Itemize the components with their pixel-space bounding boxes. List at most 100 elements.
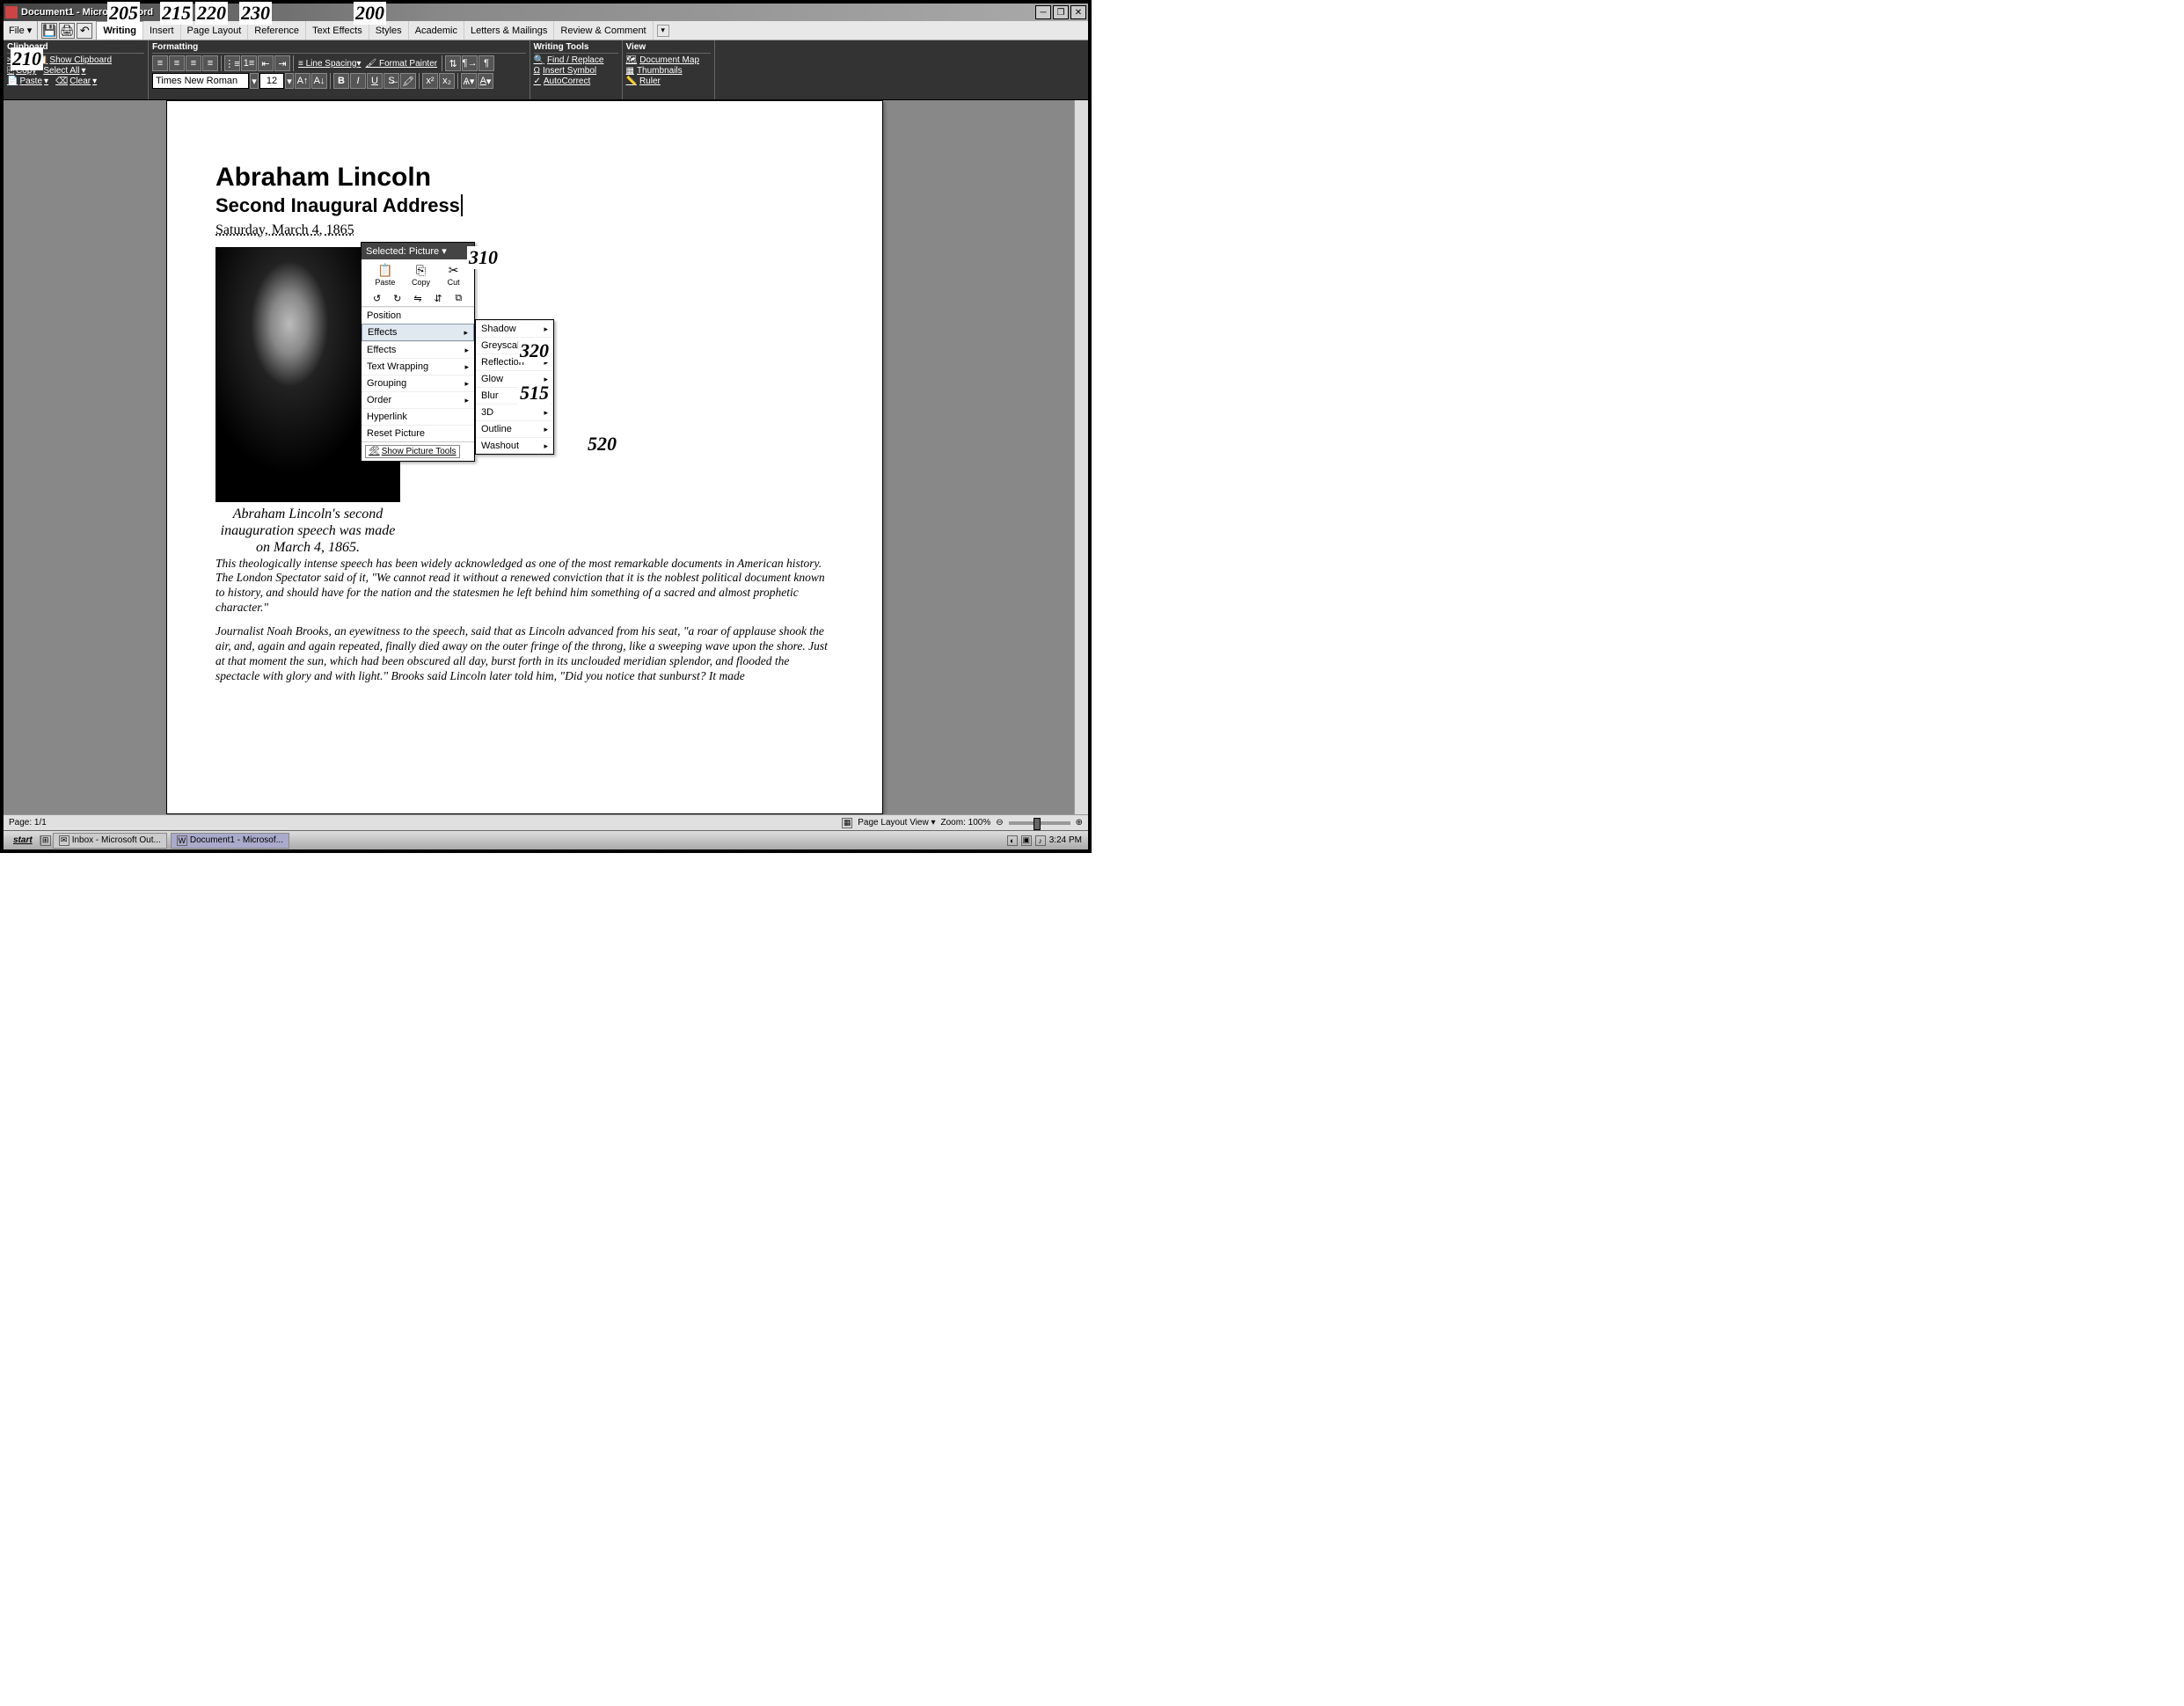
cm-effects-1[interactable]: Effects▸ [362,324,474,341]
superscript-icon[interactable]: x² [422,73,438,89]
flip-v-icon[interactable]: ⇵ [432,292,444,304]
tab-academic[interactable]: Academic [409,21,464,40]
sm-washout[interactable]: Washout▸ [476,437,553,454]
document-map-button[interactable]: 🗺 Document Map [626,55,711,65]
maximize-button[interactable]: ❐ [1053,5,1069,19]
tray-icon-1[interactable]: ◐ [1007,835,1018,846]
paste-icon: 📋 [378,263,392,277]
shrink-font-icon[interactable]: A↓ [311,73,327,89]
insert-symbol-button[interactable]: Ω Insert Symbol [534,66,618,76]
show-marks-icon[interactable]: ¶ [478,55,494,71]
cm-paste-button[interactable]: 📋Paste [375,263,395,287]
format-painter-button[interactable]: 🖌 Format Painter [363,59,439,69]
callout-520: 520 [586,433,618,456]
clear-button[interactable]: ⌫ Clear ▾ [55,77,97,86]
group-title-formatting: Formatting [152,42,526,54]
sort-icon[interactable]: ⇅ [445,55,461,71]
bold-icon[interactable]: B [333,73,349,89]
doc-date: Saturday, March 4, 1865 [215,222,834,238]
paste-button[interactable]: 📄 Paste ▾ [7,77,48,86]
context-menu: Selected: Picture ▾ 📋Paste ⎘Copy ✂Cut ↺ … [361,242,475,462]
view-icon[interactable]: ▦ [842,818,852,828]
outdent-icon[interactable]: ⇤ [258,55,274,71]
group-title-view: View [626,42,711,54]
taskbar-item-outlook[interactable]: ✉Inbox - Microsoft Out... [53,833,167,849]
tab-review-comment[interactable]: Review & Comment [554,21,653,40]
bullets-icon[interactable]: ⋮≡ [224,55,240,71]
italic-icon[interactable]: I [350,73,366,89]
cm-hyperlink[interactable]: Hyperlink [362,408,474,425]
group-title-writing-tools: Writing Tools [534,42,618,54]
zoom-slider[interactable] [1009,821,1070,825]
underline-icon[interactable]: U [367,73,383,89]
tray-icon-3[interactable]: ♪ [1035,835,1046,846]
taskbar-item-word[interactable]: WDocument1 - Microsof... [171,833,289,849]
document-page[interactable]: Abraham Lincoln Second Inaugural Address… [166,100,883,814]
subscript-icon[interactable]: x₂ [439,73,455,89]
cm-reset-picture[interactable]: Reset Picture [362,425,474,441]
rotate-right-icon[interactable]: ↻ [391,292,404,304]
font-size-selector[interactable]: 12 [259,73,284,89]
align-left-icon[interactable]: ≡ [152,55,168,71]
sm-outline[interactable]: Outline▸ [476,420,553,437]
print-icon[interactable]: 🖨 [59,23,75,39]
align-center-icon[interactable]: ≡ [169,55,185,71]
undo-icon[interactable]: ↶ [77,23,92,39]
ltr-icon[interactable]: ¶→ [462,55,478,71]
cm-copy-button[interactable]: ⎘Copy [412,263,430,287]
cm-effects-2[interactable]: Effects▸ [362,341,474,358]
zoom-in-button[interactable]: ⊕ [1076,818,1083,827]
tray-icon-2[interactable]: ▣ [1021,835,1032,846]
rotate-left-icon[interactable]: ↺ [371,292,383,304]
cm-cut-button[interactable]: ✂Cut [447,263,461,287]
file-menu[interactable]: File ▾ [4,21,38,40]
quick-launch-icon[interactable]: ⊞ [40,835,51,846]
font-dropdown-icon[interactable]: ▾ [250,73,259,89]
numbering-icon[interactable]: 1≡ [241,55,257,71]
cm-position[interactable]: Position [362,307,474,324]
sm-3d[interactable]: 3D▸ [476,404,553,420]
body-paragraph-1: This theologically intense speech has be… [215,557,834,616]
zoom-out-button[interactable]: ⊖ [996,818,1003,827]
find-replace-button[interactable]: 🔍 Find / Replace [534,55,618,65]
sm-shadow[interactable]: Shadow▸ [476,320,553,337]
select-all-button[interactable]: Select All ▾ [43,66,85,76]
ribbon-group-formatting: Formatting ≡ ≡ ≡ ≡ ⋮≡ 1≡ ⇤ ⇥ ≡ Line Spac… [149,40,530,99]
tab-letters-mailings[interactable]: Letters & Mailings [464,21,554,40]
font-selector[interactable]: Times New Roman [152,73,249,89]
font-color-icon[interactable]: A▾ [478,73,493,89]
cm-grouping[interactable]: Grouping▸ [362,375,474,391]
start-button[interactable]: start [6,835,40,845]
size-dropdown-icon[interactable]: ▾ [285,73,294,89]
grow-font-icon[interactable]: A↑ [295,73,310,89]
crop-icon[interactable]: ⧉ [452,292,464,304]
close-button[interactable]: ✕ [1070,5,1086,19]
document-body: This theologically intense speech has be… [215,557,834,684]
ribbon-group-writing-tools: Writing Tools 🔍 Find / Replace Ω Insert … [530,40,623,99]
cm-show-picture-tools[interactable]: 🛠 Show Picture Tools [365,445,460,458]
line-spacing-button[interactable]: ≡ Line Spacing▾ [296,59,362,69]
align-right-icon[interactable]: ≡ [186,55,201,71]
minimize-button[interactable]: ─ [1035,5,1051,19]
show-clipboard-button[interactable]: 📋 Show Clipboard [37,55,112,65]
vertical-scrollbar[interactable] [1074,100,1088,814]
ruler-button[interactable]: 📏 Ruler [626,77,711,86]
indent-icon[interactable]: ⇥ [274,55,290,71]
text-effects-icon[interactable]: Ѧ▾ [461,73,477,89]
callout-215: 215 [160,2,193,25]
doc-heading1: Abraham Lincoln [215,163,834,193]
tab-overflow[interactable]: ▾ [657,25,669,37]
clock: 3:24 PM [1049,835,1082,845]
align-justify-icon[interactable]: ≡ [202,55,218,71]
autocorrect-button[interactable]: ✓ AutoCorrect [534,77,618,86]
cm-order[interactable]: Order▸ [362,391,474,408]
callout-515: 515 [518,382,551,405]
strike-icon[interactable]: S̶ [383,73,399,89]
highlight-icon[interactable]: 🖍 [400,73,416,89]
thumbnails-button[interactable]: ▦ Thumbnails [626,66,711,76]
taskbar: start ⊞ ✉Inbox - Microsoft Out... WDocum… [4,830,1088,849]
flip-h-icon[interactable]: ⇋ [412,292,424,304]
save-icon[interactable]: 💾 [41,23,57,39]
cm-text-wrapping[interactable]: Text Wrapping▸ [362,358,474,375]
view-label[interactable]: Page Layout View ▾ [858,818,935,827]
